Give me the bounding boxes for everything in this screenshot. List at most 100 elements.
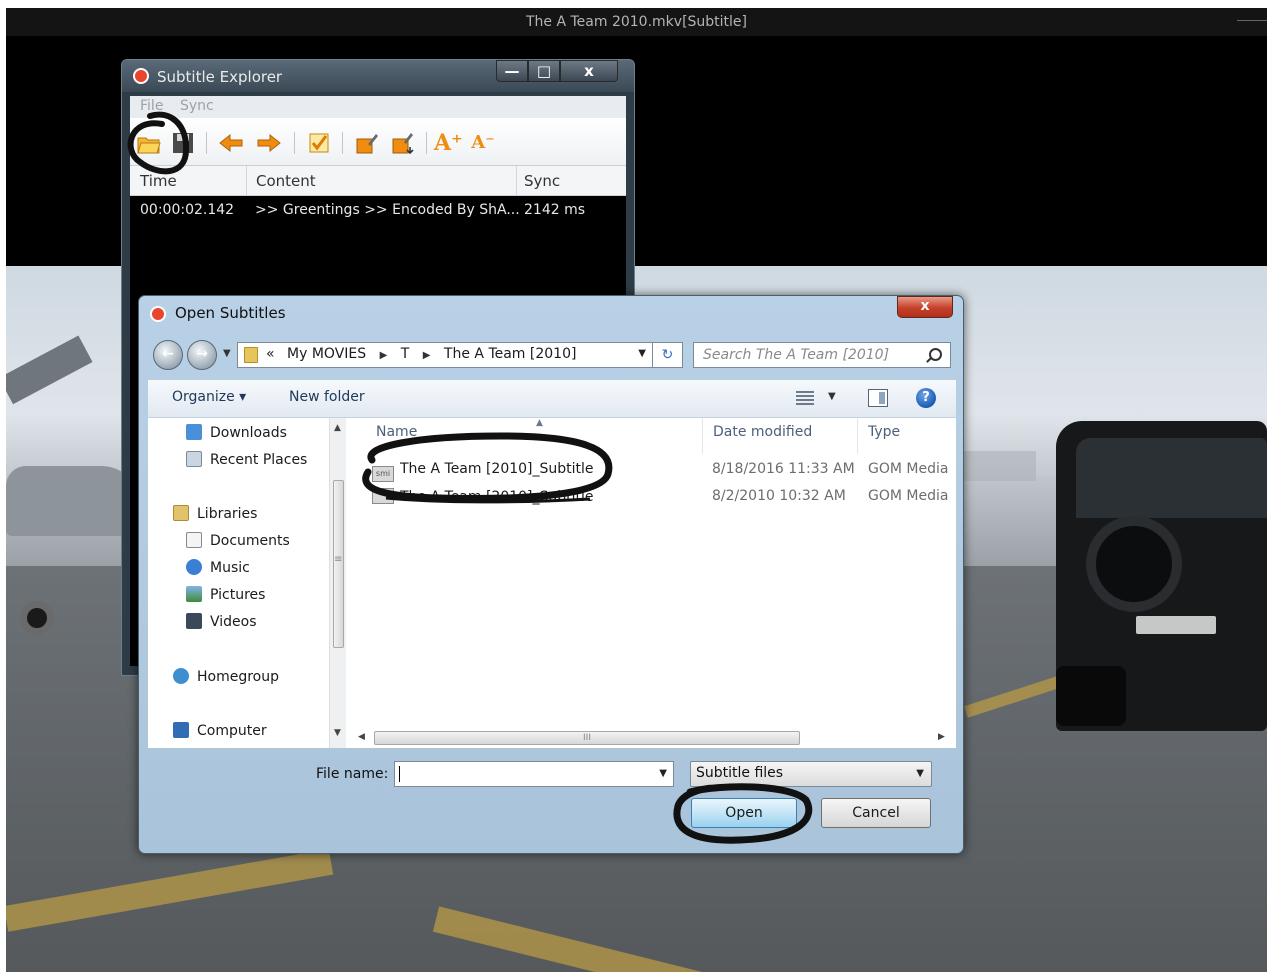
toolbar-separator bbox=[294, 132, 295, 154]
video-jet-wheel bbox=[20, 601, 54, 635]
pictures-icon bbox=[186, 586, 202, 602]
column-separator bbox=[246, 166, 247, 196]
downloads-icon bbox=[186, 424, 202, 440]
nav-item-music[interactable]: Music bbox=[186, 559, 250, 581]
column-content[interactable]: Content bbox=[256, 172, 316, 190]
edit-icon[interactable] bbox=[354, 130, 380, 156]
column-date-modified[interactable]: Date modified bbox=[713, 424, 812, 440]
sort-ascending-icon: ▲ bbox=[536, 418, 543, 428]
menu-file[interactable]: File bbox=[140, 98, 163, 114]
checkmark-icon[interactable] bbox=[306, 130, 332, 156]
horizontal-scrollbar[interactable]: ◀ III ▶ bbox=[352, 728, 956, 746]
navigation-pane: Downloads Recent Places Libraries Docume… bbox=[148, 418, 346, 748]
nav-item-computer[interactable]: Computer bbox=[173, 722, 267, 744]
scroll-down-icon[interactable]: ▼ bbox=[334, 728, 341, 738]
breadcrumb: « My MOVIES ▶ T ▶ The A Team [2010] bbox=[266, 346, 576, 362]
subtitle-explorer-titlebar[interactable]: Subtitle Explorer — □ x bbox=[122, 60, 634, 92]
column-type[interactable]: Type bbox=[868, 424, 900, 440]
close-button[interactable]: x bbox=[560, 60, 618, 82]
navigation-scrollbar[interactable]: ▲ ≡ ▼ bbox=[329, 418, 346, 748]
file-type: GOM Media bbox=[868, 461, 949, 477]
font-decrease-icon[interactable]: A⁻ bbox=[470, 130, 496, 156]
nav-item-label: Music bbox=[210, 560, 250, 576]
chevron-down-icon[interactable]: ▼ bbox=[659, 768, 667, 779]
column-separator bbox=[857, 418, 858, 454]
file-row[interactable]: The A Team [2010]_Subtitle bbox=[372, 488, 594, 510]
video-suv-window bbox=[1076, 438, 1267, 518]
breadcrumb-overflow[interactable]: « bbox=[266, 346, 275, 362]
file-type-filter[interactable]: Subtitle files ▼ bbox=[690, 761, 932, 787]
maximize-button[interactable]: □ bbox=[528, 60, 560, 82]
column-time[interactable]: Time bbox=[140, 172, 177, 190]
dialog-close-button[interactable]: x bbox=[897, 296, 953, 318]
column-sync[interactable]: Sync bbox=[524, 172, 560, 190]
scroll-up-icon[interactable]: ▲ bbox=[334, 423, 341, 433]
folder-icon bbox=[244, 347, 258, 363]
scroll-right-icon[interactable]: ▶ bbox=[938, 732, 945, 742]
toolbar-separator bbox=[342, 132, 343, 154]
chevron-right-icon[interactable]: ▶ bbox=[414, 350, 440, 361]
back-button[interactable]: ← bbox=[153, 340, 183, 370]
open-subtitles-dialog: Open Subtitles x ← → ▼ « My MOVIES ▶ T ▶… bbox=[138, 295, 964, 854]
dialog-title: Open Subtitles bbox=[175, 304, 286, 322]
edit-down-icon[interactable] bbox=[390, 130, 416, 156]
scrollbar-thumb[interactable]: III bbox=[374, 731, 800, 745]
player-title-bar: The A Team 2010.mkv[Subtitle] bbox=[6, 8, 1267, 36]
nav-item-label: Downloads bbox=[210, 425, 287, 441]
breadcrumb-item[interactable]: T bbox=[401, 346, 410, 362]
font-increase-icon[interactable]: A⁺ bbox=[434, 130, 463, 156]
gom-logo-icon bbox=[150, 306, 166, 322]
nav-item-label: Computer bbox=[197, 723, 267, 739]
preview-pane-icon[interactable] bbox=[868, 389, 888, 407]
help-icon[interactable]: ? bbox=[916, 388, 936, 408]
nav-item-libraries[interactable]: Libraries bbox=[173, 505, 257, 527]
nav-item-downloads[interactable]: Downloads bbox=[186, 424, 287, 446]
open-button[interactable]: Open bbox=[691, 798, 797, 828]
save-icon[interactable] bbox=[170, 130, 196, 156]
breadcrumb-item[interactable]: The A Team [2010] bbox=[444, 346, 577, 362]
search-box[interactable]: Search The A Team [2010] bbox=[693, 342, 951, 368]
refresh-icon[interactable]: ↻ bbox=[653, 342, 683, 368]
nav-item-pictures[interactable]: Pictures bbox=[186, 586, 265, 608]
search-icon[interactable] bbox=[929, 348, 942, 361]
recent-locations-dropdown-icon[interactable]: ▼ bbox=[223, 348, 231, 359]
chevron-right-icon[interactable]: ▶ bbox=[371, 350, 397, 361]
column-name[interactable]: Name bbox=[376, 424, 417, 440]
file-name-label: File name: bbox=[316, 766, 389, 782]
nav-item-label: Homegroup bbox=[197, 669, 280, 685]
nav-item-videos[interactable]: Videos bbox=[186, 613, 257, 635]
menu-sync[interactable]: Sync bbox=[180, 98, 214, 114]
organize-button[interactable]: Organize ▾ bbox=[172, 389, 246, 405]
nav-item-label: Libraries bbox=[197, 506, 258, 522]
nav-item-recent-places[interactable]: Recent Places bbox=[186, 451, 307, 473]
nav-item-homegroup[interactable]: Homegroup bbox=[173, 668, 279, 690]
column-separator bbox=[702, 418, 703, 454]
player-title-decoration bbox=[1237, 20, 1267, 21]
scrollbar-grip: ≡ bbox=[334, 554, 343, 565]
nav-item-label: Pictures bbox=[210, 587, 266, 603]
chevron-down-icon[interactable]: ▼ bbox=[828, 391, 836, 402]
arrow-left-icon[interactable] bbox=[218, 130, 244, 156]
new-folder-button[interactable]: New folder bbox=[289, 389, 365, 405]
subtitle-explorer-title: Subtitle Explorer bbox=[157, 68, 283, 86]
arrow-right-icon[interactable] bbox=[256, 130, 282, 156]
nav-item-documents[interactable]: Documents bbox=[186, 532, 290, 554]
cancel-button[interactable]: Cancel bbox=[821, 798, 931, 828]
breadcrumb-item[interactable]: My MOVIES bbox=[279, 346, 366, 362]
file-list[interactable]: ▲ Name Date modified Type smi The A Team … bbox=[352, 418, 956, 748]
nav-item-label: Documents bbox=[210, 533, 290, 549]
search-input[interactable]: Search The A Team [2010] bbox=[703, 347, 889, 363]
minimize-button[interactable]: — bbox=[496, 60, 528, 82]
chevron-down-icon[interactable]: ▼ bbox=[916, 768, 924, 779]
open-folder-icon[interactable] bbox=[136, 130, 162, 156]
nav-item-label: Videos bbox=[210, 614, 257, 630]
file-row[interactable]: smi The A Team [2010]_Subtitle bbox=[372, 461, 594, 483]
chevron-down-icon[interactable]: ▼ bbox=[638, 348, 646, 359]
forward-button[interactable]: → bbox=[187, 340, 217, 370]
file-name-field[interactable]: ▼ bbox=[394, 761, 674, 787]
subtitle-explorer-toolbar: A⁺ A⁻ bbox=[130, 118, 626, 166]
scroll-left-icon[interactable]: ◀ bbox=[358, 732, 365, 742]
file-name: The A Team [2010]_Subtitle bbox=[400, 489, 594, 505]
view-options-icon[interactable] bbox=[796, 391, 814, 405]
address-bar[interactable]: « My MOVIES ▶ T ▶ The A Team [2010] ▼ bbox=[237, 342, 653, 368]
